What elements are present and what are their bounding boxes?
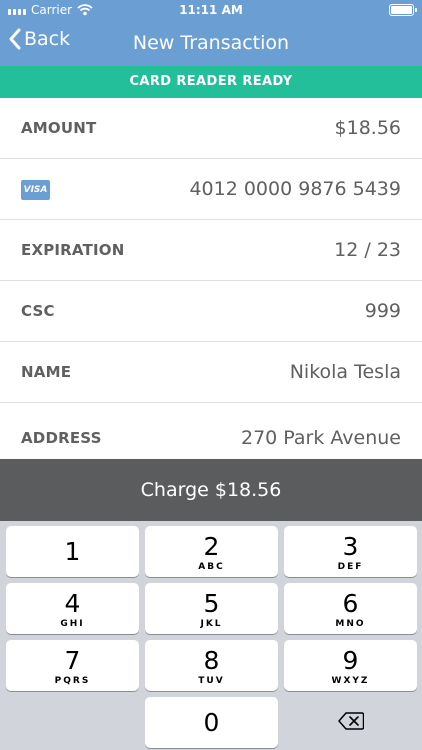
amount-value[interactable]: $18.56 bbox=[335, 98, 401, 159]
key-5[interactable]: 5 JKL bbox=[145, 583, 278, 634]
name-value[interactable]: Nikola Tesla bbox=[290, 342, 401, 403]
clock: 11:11 AM bbox=[179, 3, 243, 17]
key-letters: ABC bbox=[198, 562, 225, 572]
key-digit: 5 bbox=[203, 589, 220, 618]
card-number-row[interactable]: VISA 4012 0000 9876 5439 bbox=[0, 159, 422, 220]
key-digit: 6 bbox=[342, 589, 359, 618]
header: Carrier 11:11 AM Back New Transaction bbox=[0, 0, 422, 66]
key-letters: WXYZ bbox=[331, 676, 370, 686]
key-digit: 4 bbox=[64, 589, 81, 618]
visa-icon: VISA bbox=[21, 180, 50, 200]
navigation-bar: Back New Transaction bbox=[0, 22, 422, 66]
key-digit: 1 bbox=[64, 537, 81, 566]
key-8[interactable]: 8 TUV bbox=[145, 640, 278, 691]
key-7[interactable]: 7 PQRS bbox=[6, 640, 139, 691]
key-digit: 2 bbox=[203, 532, 220, 561]
name-row[interactable]: NAME Nikola Tesla bbox=[0, 342, 422, 403]
numeric-keypad: 1 2 ABC 3 DEF 4 GHI 5 JKL 6 MNO 7 PQRS 8… bbox=[0, 521, 422, 750]
key-1[interactable]: 1 bbox=[6, 526, 139, 577]
key-letters: PQRS bbox=[54, 676, 91, 686]
key-3[interactable]: 3 DEF bbox=[284, 526, 417, 577]
page-title: New Transaction bbox=[132, 32, 290, 54]
key-letters: MNO bbox=[335, 619, 366, 629]
delete-key[interactable] bbox=[284, 697, 417, 748]
key-digit: 3 bbox=[342, 532, 359, 561]
csc-label: CSC bbox=[21, 302, 55, 320]
key-digit: 0 bbox=[203, 708, 220, 737]
address-row[interactable]: ADDRESS 270 Park Avenue bbox=[0, 403, 422, 460]
key-9[interactable]: 9 WXYZ bbox=[284, 640, 417, 691]
amount-row[interactable]: AMOUNT $18.56 bbox=[0, 98, 422, 159]
key-letters: DEF bbox=[337, 562, 364, 572]
key-letters: JKL bbox=[200, 619, 223, 629]
key-6[interactable]: 6 MNO bbox=[284, 583, 417, 634]
charge-button[interactable]: Charge $18.56 bbox=[0, 459, 422, 521]
key-digit: 9 bbox=[342, 646, 359, 675]
csc-row[interactable]: CSC 999 bbox=[0, 281, 422, 342]
key-letters: TUV bbox=[198, 676, 225, 686]
battery-icon bbox=[389, 4, 417, 16]
key-2[interactable]: 2 ABC bbox=[145, 526, 278, 577]
backspace-icon bbox=[337, 712, 364, 730]
amount-label: AMOUNT bbox=[21, 119, 97, 137]
key-0[interactable]: 0 bbox=[145, 697, 278, 748]
key-digit: 8 bbox=[203, 646, 220, 675]
status-bar: Carrier 11:11 AM bbox=[0, 0, 422, 22]
transaction-form: AMOUNT $18.56 VISA 4012 0000 9876 5439 E… bbox=[0, 98, 422, 460]
key-letters: GHI bbox=[60, 619, 85, 629]
card-reader-status-banner: CARD READER READY bbox=[0, 66, 422, 98]
card-number-value[interactable]: 4012 0000 9876 5439 bbox=[189, 159, 401, 220]
name-label: NAME bbox=[21, 363, 72, 381]
expiration-row[interactable]: EXPIRATION 12 / 23 bbox=[0, 220, 422, 281]
key-digit: 7 bbox=[64, 646, 81, 675]
expiration-value[interactable]: 12 / 23 bbox=[334, 220, 401, 281]
expiration-label: EXPIRATION bbox=[21, 241, 125, 259]
key-4[interactable]: 4 GHI bbox=[6, 583, 139, 634]
csc-value[interactable]: 999 bbox=[365, 281, 401, 342]
